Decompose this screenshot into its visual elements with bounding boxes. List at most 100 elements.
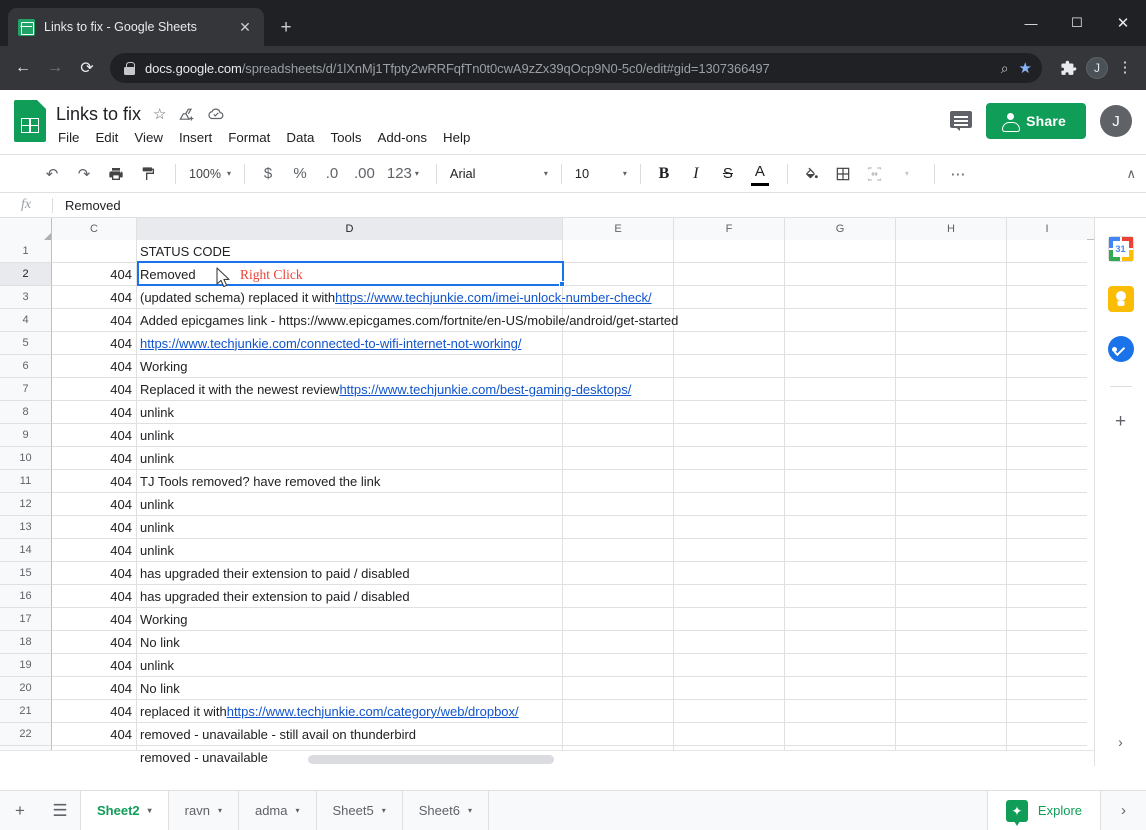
cell-c8[interactable]: 404 [52, 401, 137, 424]
column-header-f[interactable]: F [674, 218, 785, 240]
cell-f10[interactable] [674, 447, 785, 470]
cell-i11[interactable] [1007, 470, 1087, 493]
borders-button[interactable] [829, 160, 857, 188]
cell-c3[interactable]: 404 [52, 286, 137, 309]
decrease-decimal-button[interactable]: .0 [318, 160, 346, 188]
print-button[interactable] [102, 160, 130, 188]
cell-i13[interactable] [1007, 516, 1087, 539]
cell-d2[interactable]: Removed [137, 263, 563, 286]
cell-d14[interactable]: unlink [137, 539, 563, 562]
cell-e17[interactable] [563, 608, 674, 631]
cell-i9[interactable] [1007, 424, 1087, 447]
cell-e13[interactable] [563, 516, 674, 539]
cell-e18[interactable] [563, 631, 674, 654]
cell-g7[interactable] [785, 378, 896, 401]
cell-i4[interactable] [1007, 309, 1087, 332]
select-all-corner[interactable] [0, 218, 52, 240]
cell-c4[interactable]: 404 [52, 309, 137, 332]
cell-g2[interactable] [785, 263, 896, 286]
menu-view[interactable]: View [134, 130, 163, 145]
cell-f11[interactable] [674, 470, 785, 493]
sheets-logo-icon[interactable] [12, 100, 48, 148]
cell-g6[interactable] [785, 355, 896, 378]
cell-f1[interactable] [674, 240, 785, 263]
cell-e21[interactable] [563, 700, 674, 723]
collapse-toolbar-button[interactable]: ∧ [1126, 166, 1136, 182]
cell-link[interactable]: https://www.techjunkie.com/best-gaming-d… [339, 382, 631, 397]
cell-d11[interactable]: TJ Tools removed? have removed the link [137, 470, 563, 493]
cell-d19[interactable]: unlink [137, 654, 563, 677]
cell-h19[interactable] [896, 654, 1007, 677]
row-header-22[interactable]: 22 [0, 723, 52, 746]
sheet-tab-ravn[interactable]: ravn▾ [169, 791, 239, 830]
cell-c17[interactable]: 404 [52, 608, 137, 631]
cell-h17[interactable] [896, 608, 1007, 631]
cell-f15[interactable] [674, 562, 785, 585]
cell-h11[interactable] [896, 470, 1007, 493]
cell-f6[interactable] [674, 355, 785, 378]
cell-g15[interactable] [785, 562, 896, 585]
cell-d9[interactable]: unlink [137, 424, 563, 447]
row-header-9[interactable]: 9 [0, 424, 52, 447]
row-header-8[interactable]: 8 [0, 401, 52, 424]
cell-e14[interactable] [563, 539, 674, 562]
cell-c12[interactable]: 404 [52, 493, 137, 516]
cell-i12[interactable] [1007, 493, 1087, 516]
cell-f18[interactable] [674, 631, 785, 654]
cell-d1[interactable]: STATUS CODE [137, 240, 563, 263]
google-tasks-icon[interactable] [1108, 336, 1134, 362]
row-header-13[interactable]: 13 [0, 516, 52, 539]
cell-c18[interactable]: 404 [52, 631, 137, 654]
text-color-button[interactable]: A [746, 160, 774, 188]
chevron-down-icon[interactable]: ▾ [296, 806, 300, 815]
cell-i5[interactable] [1007, 332, 1087, 355]
row-header-12[interactable]: 12 [0, 493, 52, 516]
cell-g3[interactable] [785, 286, 896, 309]
cell-e20[interactable] [563, 677, 674, 700]
percent-button[interactable]: % [286, 160, 314, 188]
cell-i16[interactable] [1007, 585, 1087, 608]
cell-g13[interactable] [785, 516, 896, 539]
cell-d21[interactable]: replaced it with https://www.techjunkie.… [137, 700, 563, 723]
row-header-4[interactable]: 4 [0, 309, 52, 332]
zoom-selector[interactable]: 100% ▾ [185, 167, 235, 181]
cell-d18[interactable]: No link [137, 631, 563, 654]
cell-e11[interactable] [563, 470, 674, 493]
cell-c2[interactable]: 404 [52, 263, 137, 286]
italic-button[interactable]: I [682, 160, 710, 188]
cell-h20[interactable] [896, 677, 1007, 700]
cell-g12[interactable] [785, 493, 896, 516]
strikethrough-button[interactable]: S [714, 160, 742, 188]
row-header-10[interactable]: 10 [0, 447, 52, 470]
expand-bottom-panel-button[interactable]: › [1100, 791, 1146, 830]
currency-button[interactable]: $ [254, 160, 282, 188]
share-button[interactable]: Share [986, 103, 1086, 139]
zoom-icon[interactable]: ⌕ [1001, 60, 1009, 77]
menu-tools[interactable]: Tools [330, 130, 361, 145]
cell-h1[interactable] [896, 240, 1007, 263]
merge-cells-button[interactable] [861, 160, 889, 188]
row-header-21[interactable]: 21 [0, 700, 52, 723]
cell-e12[interactable] [563, 493, 674, 516]
formula-input[interactable]: Removed [53, 198, 121, 213]
cell-i22[interactable] [1007, 723, 1087, 746]
fill-color-button[interactable] [797, 160, 825, 188]
cell-h2[interactable] [896, 263, 1007, 286]
cell-e15[interactable] [563, 562, 674, 585]
cell-link[interactable]: https://www.techjunkie.com/connected-to-… [140, 336, 522, 351]
row-header-14[interactable]: 14 [0, 539, 52, 562]
move-to-drive-icon[interactable] [179, 107, 195, 122]
cell-g22[interactable] [785, 723, 896, 746]
menu-addons[interactable]: Add-ons [377, 130, 427, 145]
cell-h14[interactable] [896, 539, 1007, 562]
cell-e22[interactable] [563, 723, 674, 746]
cell-g16[interactable] [785, 585, 896, 608]
cell-i7[interactable] [1007, 378, 1087, 401]
cell-e1[interactable] [563, 240, 674, 263]
cell-c22[interactable]: 404 [52, 723, 137, 746]
cell-d22[interactable]: removed - unavailable - still avail on t… [137, 723, 563, 746]
cell-c19[interactable]: 404 [52, 654, 137, 677]
chevron-down-icon[interactable]: ▾ [218, 806, 222, 815]
cell-link[interactable]: https://www.techjunkie.com/category/web/… [227, 704, 519, 719]
cell-g8[interactable] [785, 401, 896, 424]
